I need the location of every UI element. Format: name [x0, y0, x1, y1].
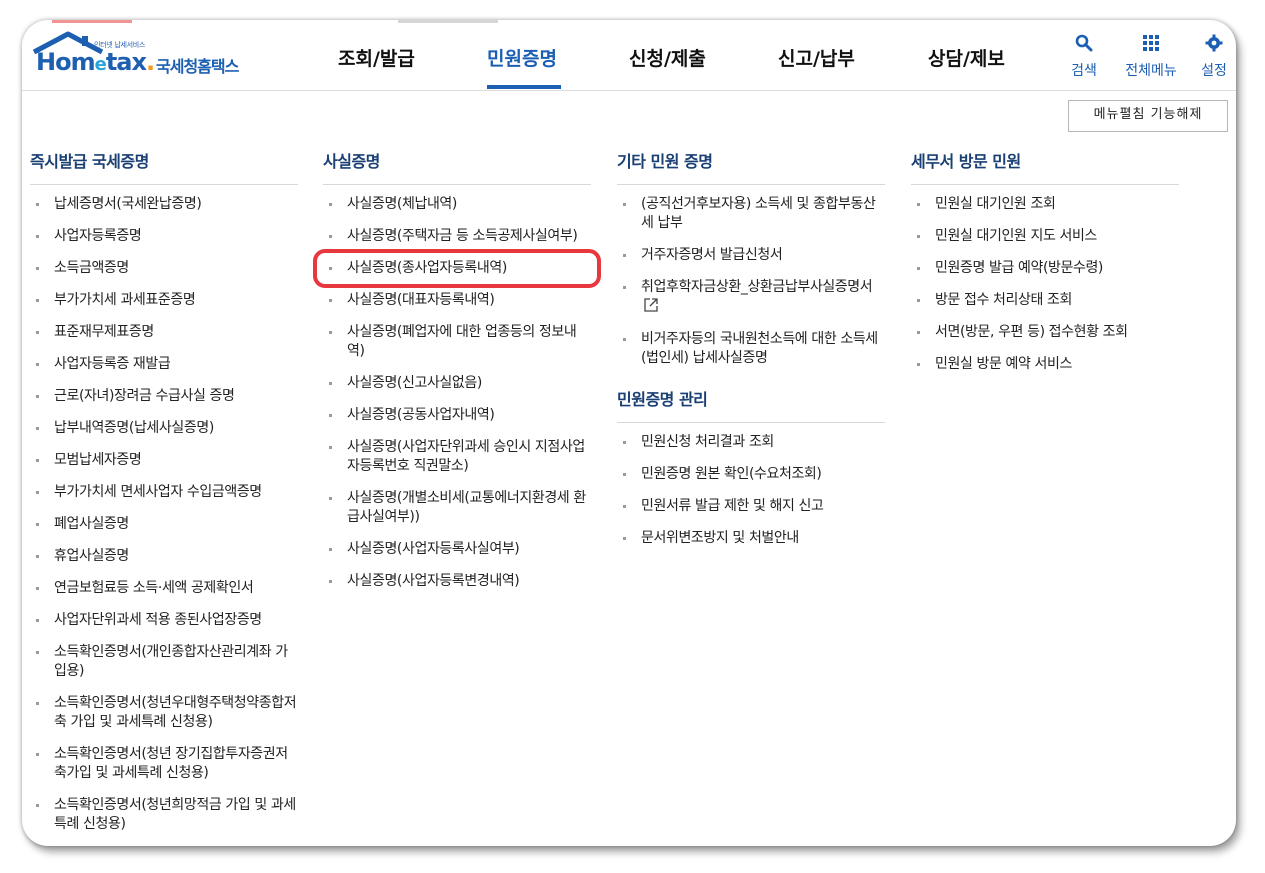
- section-title: 세무서 방문 민원: [911, 148, 1179, 185]
- menu-item[interactable]: 민원실 대기인원 지도 서비스: [911, 227, 1179, 246]
- menu-item[interactable]: 사업자등록증명: [30, 227, 298, 246]
- menu-unfold-toggle-button[interactable]: 메뉴펼침 기능해제: [1068, 100, 1228, 132]
- search-label: 검색: [1064, 60, 1104, 80]
- menu-item[interactable]: 사실증명(사업자단위과세 승인시 지점사업자등록번호 직권말소): [323, 438, 591, 476]
- menu-item[interactable]: 민원실 대기인원 조회: [911, 195, 1179, 214]
- menu-item[interactable]: 사실증명(체납내역): [323, 195, 591, 214]
- all-menu-label: 전체메뉴: [1118, 60, 1184, 80]
- menu-item[interactable]: 휴업사실증명: [30, 547, 298, 566]
- menu-item[interactable]: 소득확인증명서(청년희망적금 가입 및 과세특례 신청용): [30, 796, 298, 834]
- menu-item[interactable]: 서면(방문, 우편 등) 접수현황 조회: [911, 323, 1179, 342]
- menu-list: 납세증명서(국세완납증명) 사업자등록증명 소득금액증명 부가가치세 과세표준증…: [30, 195, 298, 834]
- menu-item[interactable]: 민원증명 원본 확인(수요처조회): [617, 465, 885, 484]
- menu-item[interactable]: 민원신청 처리결과 조회: [617, 433, 885, 452]
- menu-item[interactable]: 근로(자녀)장려금 수급사실 증명: [30, 387, 298, 406]
- menu-item[interactable]: 사업자등록증 재발급: [30, 355, 298, 374]
- menu-item[interactable]: 연금보험료등 소득·세액 공제확인서: [30, 579, 298, 598]
- gnb-item-consult[interactable]: 상담/제보: [928, 44, 1005, 71]
- menu-item[interactable]: 거주자증명서 발급신청서: [617, 246, 885, 265]
- menu-item[interactable]: 사실증명(공동사업자내역): [323, 406, 591, 425]
- menu-item[interactable]: 사실증명(개별소비세(교통에너지환경세 환급사실여부)): [323, 489, 591, 527]
- menu-item[interactable]: 사실증명(사업자등록변경내역): [323, 572, 591, 591]
- logo-brand: Hometax.: [36, 48, 154, 76]
- menu-item[interactable]: 부가가치세 과세표준증명: [30, 291, 298, 310]
- grid-menu-icon: [1142, 32, 1160, 54]
- menu-item[interactable]: 비거주자등의 국내원천소득에 대한 소득세(법인세) 납세사실증명: [617, 330, 885, 368]
- menu-column-other-certificates: 기타 민원 증명 (공직선거후보자용) 소득세 및 종합부동산세 납부 거주자증…: [617, 148, 885, 561]
- menu-item-label: 취업후학자금상환_상환금납부사실증명서: [641, 279, 872, 295]
- section-title: 즉시발급 국세증명: [30, 148, 298, 185]
- menu-column-instant-certificates: 즉시발급 국세증명 납세증명서(국세완납증명) 사업자등록증명 소득금액증명 부…: [30, 148, 298, 846]
- menu-item[interactable]: 문서위변조방지 및 처벌안내: [617, 529, 885, 548]
- menu-list: (공직선거후보자용) 소득세 및 종합부동산세 납부 거주자증명서 발급신청서 …: [617, 195, 885, 368]
- external-link-icon: [643, 297, 659, 313]
- menu-item[interactable]: 납부내역증명(납세사실증명): [30, 419, 298, 438]
- menu-item[interactable]: 사실증명(대표자등록내역): [323, 291, 591, 310]
- menu-item[interactable]: 소득확인증명서(청년 장기집합투자증권저축가입 및 과세특례 신청용): [30, 745, 298, 783]
- gnb-item-inquiry[interactable]: 조회/발급: [338, 44, 415, 71]
- menu-item[interactable]: 소득금액증명: [30, 259, 298, 278]
- section-title: 기타 민원 증명: [617, 148, 885, 185]
- menu-item[interactable]: 민원실 방문 예약 서비스: [911, 355, 1179, 374]
- settings-label: 설정: [1196, 60, 1232, 80]
- menu-list: 민원신청 처리결과 조회 민원증명 원본 확인(수요처조회) 민원서류 발급 제…: [617, 433, 885, 548]
- gnb-item-application[interactable]: 신청/제출: [629, 44, 706, 71]
- menu-item[interactable]: 민원서류 발급 제한 및 해지 신고: [617, 497, 885, 516]
- menu-list: 사실증명(체납내역) 사실증명(주택자금 등 소득공제사실여부) 사실증명(종사…: [323, 195, 591, 591]
- gnb-item-report-payment[interactable]: 신고/납부: [778, 44, 855, 71]
- all-menu-button[interactable]: 전체메뉴: [1118, 32, 1184, 80]
- section-title: 민원증명 관리: [617, 386, 885, 423]
- menu-list: 민원실 대기인원 조회 민원실 대기인원 지도 서비스 민원증명 발급 예약(방…: [911, 195, 1179, 374]
- gear-icon: [1205, 32, 1223, 54]
- menu-item-highlighted[interactable]: 사실증명(종사업자등록내역): [323, 259, 591, 278]
- settings-button[interactable]: 설정: [1196, 32, 1232, 80]
- menu-column-tax-office-visit: 세무서 방문 민원 민원실 대기인원 조회 민원실 대기인원 지도 서비스 민원…: [911, 148, 1179, 387]
- menu-item[interactable]: 폐업사실증명: [30, 515, 298, 534]
- search-icon: [1075, 32, 1093, 54]
- menu-item[interactable]: 사실증명(신고사실없음): [323, 374, 591, 393]
- search-button[interactable]: 검색: [1064, 32, 1104, 80]
- menu-item[interactable]: 소득확인증명서(개인종합자산관리계좌 가입용): [30, 643, 298, 681]
- menu-item[interactable]: (공직선거후보자용) 소득세 및 종합부동산세 납부: [617, 195, 885, 233]
- menu-item[interactable]: 모범납세자증명: [30, 451, 298, 470]
- menu-item[interactable]: 소득확인증명서(청년우대형주택청약종합저축 가입 및 과세특례 신청용): [30, 694, 298, 732]
- menu-item[interactable]: 사실증명(사업자등록사실여부): [323, 540, 591, 559]
- menu-item[interactable]: 표준재무제표증명: [30, 323, 298, 342]
- menu-column-fact-certificates: 사실증명 사실증명(체납내역) 사실증명(주택자금 등 소득공제사실여부) 사실…: [323, 148, 591, 604]
- menu-item[interactable]: 취업후학자금상환_상환금납부사실증명서: [617, 278, 885, 317]
- menu-item[interactable]: 부가가치세 면세사업자 수입금액증명: [30, 483, 298, 502]
- menu-item[interactable]: 사실증명(폐업자에 대한 업종등의 정보내역): [323, 323, 591, 361]
- gnb-item-civil-certificates[interactable]: 민원증명: [487, 44, 557, 71]
- app-window: 인터넷 납세서비스 Hometax. 국세청홈택스 조회/발급 민원증명 신청/…: [22, 20, 1236, 846]
- site-header: 인터넷 납세서비스 Hometax. 국세청홈택스 조회/발급 민원증명 신청/…: [22, 20, 1236, 91]
- active-tab-indicator: [487, 85, 561, 89]
- hometax-logo[interactable]: 인터넷 납세서비스 Hometax. 국세청홈택스: [28, 30, 268, 80]
- logo-brand-korean: 국세청홈택스: [156, 53, 238, 77]
- menu-item[interactable]: 방문 접수 처리상태 조회: [911, 291, 1179, 310]
- menu-item[interactable]: 납세증명서(국세완납증명): [30, 195, 298, 214]
- menu-item[interactable]: 민원증명 발급 예약(방문수령): [911, 259, 1179, 278]
- section-title: 사실증명: [323, 148, 591, 185]
- menu-item[interactable]: 사실증명(주택자금 등 소득공제사실여부): [323, 227, 591, 246]
- menu-item[interactable]: 사업자단위과세 적용 종된사업장증명: [30, 611, 298, 630]
